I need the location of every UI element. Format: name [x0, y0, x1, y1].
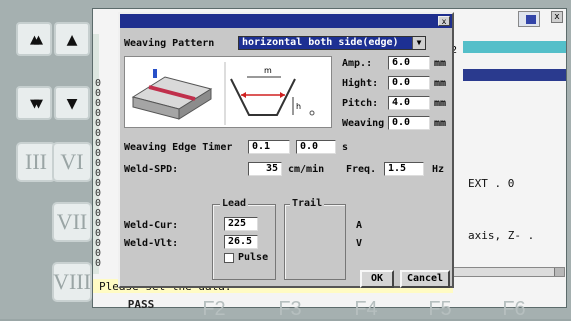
program-line-marks: 0000000000000000000 — [95, 78, 102, 269]
key-vi[interactable]: VI — [52, 142, 92, 182]
amp-field[interactable]: 6.0 — [388, 56, 430, 70]
f2-key[interactable]: F2 — [192, 298, 236, 320]
key-viii-label: VIII — [53, 269, 91, 294]
trail-group — [284, 204, 346, 280]
key-vii-label: VII — [56, 209, 88, 234]
function-key-row: PASS F2 F3 F4 F5 F6 — [118, 296, 558, 320]
edge-timer-label: Weaving Edge Timer — [124, 142, 233, 153]
key-viii[interactable]: VIII — [52, 262, 92, 302]
close-icon: x — [441, 17, 447, 26]
lead-label: Lead — [220, 198, 249, 209]
ok-button[interactable]: OK — [360, 270, 394, 288]
down-icon: ▼ — [66, 92, 78, 114]
weaving-illustration: m h — [131, 62, 315, 125]
up-icon: ▲ — [66, 28, 78, 50]
fast-down-icon: ▼▼ — [29, 94, 43, 112]
weaving-dialog: x Weaving Pattern horizontal both side(e… — [118, 12, 454, 288]
amp-label: Amp.: — [342, 58, 373, 69]
f5-key[interactable]: F5 — [418, 298, 462, 320]
window-icon[interactable] — [518, 11, 540, 27]
close-icon[interactable]: x — [551, 11, 563, 23]
weld-vlt-label: Weld-Vlt: — [124, 238, 179, 249]
selected-line-bar — [463, 69, 566, 81]
weaving-label: Weaving — [342, 118, 385, 129]
dialog-close-button[interactable]: x — [438, 16, 450, 26]
weaving-unit: mm — [434, 118, 447, 129]
weaving-field[interactable]: 0.0 — [388, 116, 430, 130]
weld-spd-field[interactable]: 35 — [248, 162, 282, 176]
key-vii[interactable]: VII — [52, 202, 92, 242]
weld-cur-label: Weld-Cur: — [124, 220, 179, 231]
pulse-label: Pulse — [238, 252, 269, 263]
horizontal-scrollbar[interactable] — [453, 267, 565, 277]
weld-cur-unit: A — [356, 220, 363, 231]
fast-up-icon: ▲▲ — [29, 30, 43, 48]
down-key[interactable]: ▼ — [54, 86, 90, 120]
weld-spd-label: Weld-SPD: — [124, 164, 179, 175]
freq-label: Freq. — [346, 164, 377, 175]
trail-label: Trail — [290, 198, 325, 209]
key-iii-label: III — [25, 149, 47, 174]
weld-cur-field[interactable]: 225 — [224, 217, 258, 231]
f6-key[interactable]: F6 — [492, 298, 536, 320]
weaving-pattern-label: Weaving Pattern — [124, 38, 215, 49]
freq-field[interactable]: 1.5 — [384, 162, 424, 176]
edge-timer-field-1[interactable]: 0.1 — [248, 140, 290, 154]
background-text-axis: axis, Z- . — [468, 229, 535, 242]
diagram-m-label: m — [264, 66, 272, 75]
pass-key[interactable]: PASS — [118, 296, 164, 316]
pulse-checkbox[interactable] — [224, 253, 234, 263]
hight-field[interactable]: 0.0 — [388, 76, 430, 90]
weaving-pattern-select[interactable]: horizontal both side(edge) ▼ — [238, 36, 426, 50]
f3-key[interactable]: F3 — [268, 298, 312, 320]
weld-vlt-field[interactable]: 26.5 — [224, 235, 258, 249]
hight-unit: mm — [434, 78, 447, 89]
diagram-h-label: h — [296, 102, 301, 111]
edge-timer-field-2[interactable]: 0.0 — [296, 140, 336, 154]
weld-spd-unit: cm/min — [288, 164, 325, 175]
key-iii[interactable]: III — [16, 142, 56, 182]
chevron-down-icon: ▼ — [412, 37, 425, 49]
weaving-diagram: m h — [124, 56, 332, 128]
fast-up-key[interactable]: ▲▲ — [16, 22, 52, 56]
fast-down-key[interactable]: ▼▼ — [16, 86, 52, 120]
key-vi-label: VI — [60, 149, 84, 174]
pitch-unit: mm — [434, 98, 447, 109]
edge-timer-unit: s — [342, 142, 349, 153]
weld-vlt-unit: V — [356, 238, 363, 249]
cancel-button[interactable]: Cancel — [400, 270, 450, 288]
pitch-label: Pitch: — [342, 98, 379, 109]
freq-unit: Hz — [432, 164, 445, 175]
pitch-field[interactable]: 4.0 — [388, 96, 430, 110]
up-key[interactable]: ▲ — [54, 22, 90, 56]
background-text-ext: EXT . 0 — [468, 177, 515, 190]
hight-label: Hight: — [342, 78, 379, 89]
amp-unit: mm — [434, 58, 447, 69]
weaving-pattern-value: horizontal both side(edge) — [242, 37, 399, 48]
dialog-titlebar[interactable]: x — [120, 14, 452, 28]
f4-key[interactable]: F4 — [344, 298, 388, 320]
right-header-bar — [463, 41, 566, 53]
